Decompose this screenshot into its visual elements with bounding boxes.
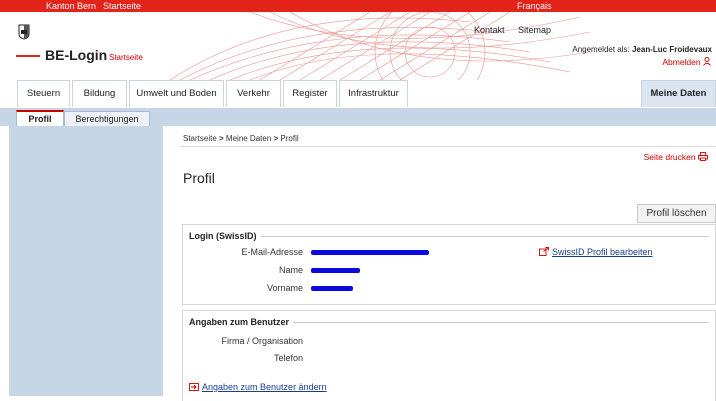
tab-infrastruktur[interactable]: Infrastruktur: [339, 80, 408, 107]
header: BE-Login Startseite Kontakt Sitemap Ange…: [0, 12, 716, 80]
page-title: Profil: [183, 170, 215, 186]
breadcrumb-current: Profil: [280, 134, 299, 143]
top-startseite-link[interactable]: Startseite: [103, 0, 141, 12]
logged-in-info: Angemeldet als: Jean-Luc Froidevaux: [572, 45, 712, 54]
subtab-berechtigungen[interactable]: Berechtigungen: [64, 111, 150, 127]
printer-icon: [698, 152, 708, 161]
app-title: BE-Login: [45, 47, 108, 63]
login-box-legend: Login (SwissID): [189, 231, 261, 241]
left-sidebar: [9, 126, 163, 396]
telefon-label: Telefon: [273, 353, 303, 363]
logged-in-label: Angemeldet als:: [572, 45, 632, 54]
header-decoration: [170, 12, 590, 80]
breadcrumb: Startseite > Meine Daten > Profil: [183, 134, 299, 143]
name-label: Name: [278, 265, 303, 275]
edit-user-info-link[interactable]: Angaben zum Benutzer ändern: [189, 382, 327, 392]
login-swissid-box: Login (SwissID) E-Mail-Adresse Name Vorn…: [182, 224, 716, 305]
user-logout-icon: [703, 57, 711, 66]
edit-user-info-label: Angaben zum Benutzer ändern: [202, 382, 327, 392]
sub-nav: Profil Berechtigungen: [0, 109, 716, 127]
external-link-icon: [539, 247, 549, 256]
tab-register[interactable]: Register: [283, 80, 337, 107]
redacted-vorname: [311, 286, 353, 291]
fieldset-line: [189, 236, 709, 237]
breadcrumb-home[interactable]: Startseite: [183, 134, 217, 143]
tab-umwelt-und-boden[interactable]: Umwelt und Boden: [129, 80, 224, 107]
brand-line: [16, 55, 40, 57]
user-box-legend: Angaben zum Benutzer: [189, 317, 294, 327]
firma-label: Firma / Organisation: [221, 336, 303, 346]
breadcrumb-sep: >: [216, 134, 226, 143]
email-label: E-Mail-Adresse: [241, 247, 303, 257]
redacted-name: [311, 268, 360, 273]
edit-arrow-icon: [189, 383, 199, 391]
canton-link[interactable]: Kanton Bern: [46, 0, 96, 12]
tab-meine-daten[interactable]: Meine Daten: [641, 80, 716, 107]
canton-crest-icon: [18, 24, 30, 40]
print-link[interactable]: Seite drucken: [644, 152, 708, 162]
app-startseite-link[interactable]: Startseite: [109, 53, 143, 62]
sitemap-link[interactable]: Sitemap: [518, 25, 551, 35]
top-bar: Kanton Bern Startseite Français: [0, 0, 716, 12]
logout-link[interactable]: Abmelden: [662, 57, 712, 67]
breadcrumb-level1[interactable]: Meine Daten: [226, 134, 271, 143]
kontakt-link[interactable]: Kontakt: [474, 25, 505, 35]
delete-profile-button[interactable]: Profil löschen: [637, 204, 716, 223]
tab-bildung[interactable]: Bildung: [72, 80, 127, 107]
user-name: Jean-Luc Froidevaux: [631, 45, 712, 54]
vorname-label: Vorname: [266, 283, 303, 293]
swissid-edit-label: SwissID Profil bearbeiten: [552, 247, 653, 257]
language-link[interactable]: Français: [517, 0, 552, 12]
main-nav: Steuern Bildung Umwelt und Boden Verkehr…: [0, 80, 716, 109]
redacted-email: [311, 250, 429, 255]
swissid-edit-link[interactable]: SwissID Profil bearbeiten: [539, 247, 653, 257]
subtab-profil[interactable]: Profil: [16, 110, 64, 127]
breadcrumb-divider: [180, 146, 716, 147]
tab-verkehr[interactable]: Verkehr: [226, 80, 281, 107]
print-label: Seite drucken: [643, 152, 696, 162]
logout-label: Abmelden: [662, 57, 701, 67]
user-info-box: Angaben zum Benutzer Firma / Organisatio…: [182, 310, 716, 401]
tab-steuern[interactable]: Steuern: [17, 80, 70, 107]
